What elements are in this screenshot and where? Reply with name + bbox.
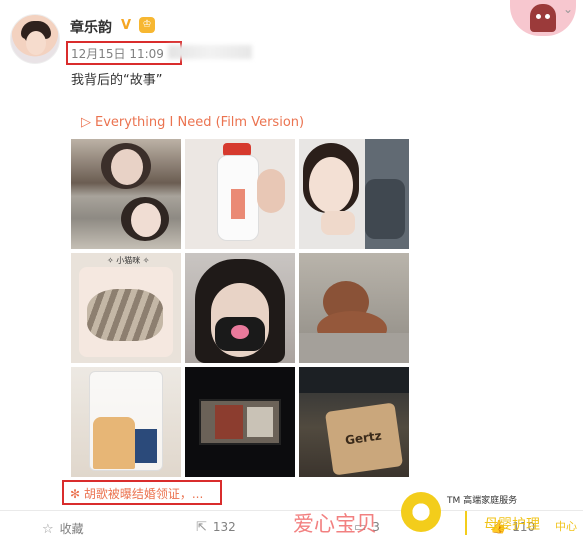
avatar[interactable] <box>10 14 60 64</box>
repost-icon: ⇱ <box>196 520 207 535</box>
photo-4-label: ✧ 小猫咪 ✧ <box>107 256 150 265</box>
watermark-service: 母婴护理 <box>484 517 540 533</box>
divider <box>0 510 583 511</box>
watermark-sun-logo <box>401 492 441 532</box>
play-icon: ▷ <box>81 115 91 130</box>
chevron-down-icon[interactable]: ⌄ <box>563 2 573 16</box>
photo-8[interactable] <box>185 367 295 477</box>
post-text: 我背后的“故事” <box>71 73 163 88</box>
watermark-name: 爱心宝贝 <box>293 512 377 536</box>
star-icon: ☆ <box>42 522 54 537</box>
watermark-divider <box>465 511 467 535</box>
repost-button[interactable]: ⇱ 132 <box>196 520 236 535</box>
photo-6[interactable] <box>299 253 409 363</box>
watermark-tagline: TM 高端家庭服务 <box>447 496 518 506</box>
photo-2[interactable] <box>185 139 295 249</box>
trending-link[interactable]: ✻ 胡歌被曝结婚领证，... <box>70 485 203 502</box>
crown-badge-icon: ♔ <box>139 17 155 33</box>
watermark-suffix: 中心 <box>555 520 577 533</box>
music-link[interactable]: ▷ Everything I Need (Film Version) <box>81 115 304 130</box>
photo-4[interactable]: ✧ 小猫咪 ✧ <box>71 253 181 363</box>
username[interactable]: 章乐韵 <box>70 17 112 37</box>
photo-grid: ✧ 小猫咪 ✧ Gertz <box>71 139 409 477</box>
monster-icon <box>530 4 556 32</box>
photo-5[interactable] <box>185 253 295 363</box>
favorite-button[interactable]: ☆ 收藏 <box>42 520 84 537</box>
music-title: Everything I Need (Film Version) <box>95 115 305 130</box>
photo-7[interactable] <box>71 367 181 477</box>
verified-icon: V <box>121 18 132 33</box>
blurred-source <box>168 45 252 59</box>
timestamp[interactable]: 12月15日 11:09 <box>71 45 164 62</box>
photo-9[interactable]: Gertz <box>299 367 409 477</box>
photo-1[interactable] <box>71 139 181 249</box>
photo-3[interactable] <box>299 139 409 249</box>
